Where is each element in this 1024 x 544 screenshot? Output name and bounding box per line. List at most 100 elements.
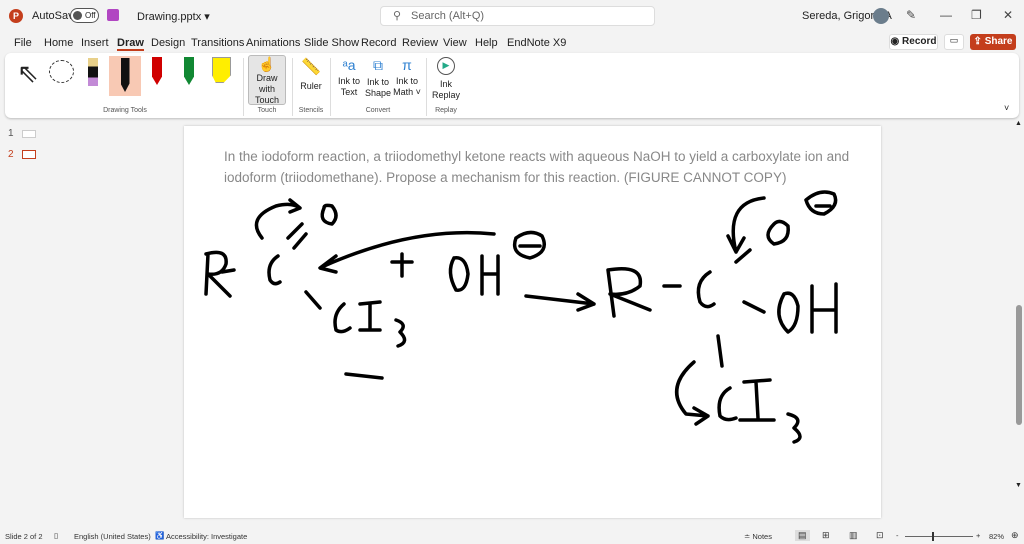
tab-transitions[interactable]: Transitions bbox=[191, 37, 244, 49]
ink-OH-right bbox=[777, 282, 838, 334]
group-replay: Replay bbox=[435, 107, 457, 114]
close-button[interactable]: ✕ bbox=[1003, 8, 1013, 22]
draw-with-touch-button[interactable]: ☝ Draw with Touch bbox=[248, 55, 286, 105]
slide-sorter-icon[interactable]: ⊞ bbox=[822, 530, 830, 541]
avatar[interactable] bbox=[873, 8, 889, 24]
zoom-out-button[interactable]: - bbox=[896, 531, 899, 540]
label: Ink bbox=[439, 79, 452, 89]
tab-animations[interactable]: Animations bbox=[246, 37, 300, 49]
ink-C-left bbox=[267, 254, 282, 286]
ink-minus-circle-left bbox=[512, 230, 546, 260]
fit-to-window-icon[interactable]: ⊕ bbox=[1011, 530, 1019, 541]
autosave-toggle[interactable]: Off bbox=[70, 8, 99, 23]
ink-to-text-button[interactable]: ᵃa Ink to Text bbox=[336, 57, 362, 98]
notes-label: Notes bbox=[752, 532, 772, 541]
slide-thumbnail-2[interactable] bbox=[22, 150, 36, 159]
search-icon: ⚲ bbox=[393, 10, 402, 22]
tab-draw[interactable]: Draw bbox=[117, 37, 144, 51]
record-button[interactable]: ◉ Record bbox=[889, 34, 938, 50]
accessibility-button[interactable]: Accessibility: Investigate bbox=[166, 532, 247, 541]
group-drawing-tools: Drawing Tools bbox=[103, 107, 147, 114]
tab-record[interactable]: Record bbox=[361, 37, 396, 49]
label: Shape bbox=[364, 88, 392, 98]
lasso-icon[interactable] bbox=[49, 60, 74, 83]
tab-slide-show[interactable]: Slide Show bbox=[304, 37, 359, 49]
scroll-up-icon[interactable]: ▲ bbox=[1015, 120, 1022, 127]
title-bar: P AutoSave Off Drawing.pptx ▾ ⚲ Search (A… bbox=[0, 0, 1024, 32]
ink-OH-left bbox=[448, 254, 500, 296]
vertical-scrollbar[interactable]: ▲ ▼ bbox=[1014, 120, 1024, 525]
ink-C-right bbox=[696, 270, 716, 309]
slide-number: 2 bbox=[8, 149, 14, 160]
tab-file[interactable]: File bbox=[14, 37, 32, 49]
tab-home[interactable]: Home bbox=[44, 37, 73, 49]
scroll-down-icon[interactable]: ▼ bbox=[1015, 482, 1022, 489]
zoom-slider[interactable] bbox=[905, 532, 973, 541]
select-cursor-icon[interactable]: ⇖ bbox=[17, 58, 39, 89]
label: Ink to bbox=[337, 76, 360, 86]
ink-drawing[interactable] bbox=[184, 126, 881, 518]
ruler-icon: 📏 bbox=[301, 59, 321, 76]
save-icon[interactable] bbox=[107, 9, 119, 21]
label: Ruler bbox=[300, 81, 322, 91]
ink-O-left bbox=[320, 203, 338, 226]
tab-design[interactable]: Design bbox=[151, 37, 185, 49]
zoom-in-button[interactable]: + bbox=[976, 531, 980, 540]
ink-bond-down-right bbox=[716, 334, 724, 368]
ink-replay-button[interactable]: ▶ Ink Replay bbox=[432, 57, 460, 101]
zoom-level[interactable]: 82% bbox=[989, 532, 1004, 541]
comment-icon[interactable]: ▭ bbox=[944, 34, 964, 50]
divider bbox=[426, 58, 427, 116]
divider bbox=[330, 58, 331, 116]
scrollbar-thumb[interactable] bbox=[1016, 305, 1022, 425]
slide-number: 1 bbox=[8, 128, 14, 139]
label: Touch bbox=[254, 95, 280, 105]
share-button[interactable]: ⇪ Share bbox=[970, 34, 1016, 50]
eraser-pen-icon[interactable] bbox=[88, 58, 98, 86]
slide-canvas[interactable]: In the iodoform reaction, a triiodomethy… bbox=[184, 126, 881, 518]
label: Math ˅ bbox=[393, 87, 421, 97]
restore-button[interactable]: ❐ bbox=[971, 8, 982, 22]
normal-view-icon[interactable]: ▤ bbox=[795, 530, 810, 541]
slideshow-icon[interactable]: ⊡ bbox=[876, 530, 884, 541]
tab-insert[interactable]: Insert bbox=[81, 37, 109, 49]
search-input[interactable]: ⚲ Search (Alt+Q) bbox=[380, 6, 655, 26]
ink-R-right bbox=[606, 267, 652, 318]
ink-R-left bbox=[204, 250, 236, 298]
ink-to-shape-button[interactable]: ⧉ Ink to Shape bbox=[364, 57, 392, 99]
notes-button[interactable]: ≐ Notes bbox=[744, 532, 772, 541]
status-bar: Slide 2 of 2 ▯ English (United States) ♿… bbox=[0, 529, 1024, 544]
tab-view[interactable]: View bbox=[443, 37, 467, 49]
file-name[interactable]: Drawing.pptx ▾ bbox=[137, 10, 210, 23]
ink-to-text-icon: ᵃa bbox=[342, 57, 356, 73]
slide-count: Slide 2 of 2 bbox=[5, 532, 43, 541]
reading-view-icon[interactable]: ▥ bbox=[849, 530, 858, 541]
label: Draw with bbox=[256, 73, 278, 94]
group-stencils: Stencils bbox=[298, 107, 324, 114]
powerpoint-logo-icon: P bbox=[9, 9, 23, 23]
accessibility-icon: ♿ bbox=[155, 531, 165, 540]
ink-O-right bbox=[766, 219, 790, 246]
ink-arrow-curl-right bbox=[726, 196, 766, 254]
ink-dash bbox=[344, 372, 384, 380]
pen-icon[interactable]: ✎ bbox=[906, 8, 916, 22]
replay-icon: ▶ bbox=[437, 57, 455, 75]
ruler-button[interactable]: 📏 Ruler bbox=[298, 57, 324, 92]
pen-black-button[interactable] bbox=[109, 56, 141, 96]
label: Ink to bbox=[395, 76, 418, 86]
ink-bond-down-left bbox=[304, 290, 322, 310]
ink-minus-circle-right bbox=[804, 190, 838, 216]
tab-endnote[interactable]: EndNote X9 bbox=[507, 37, 566, 49]
collapse-ribbon-icon[interactable]: ˅ bbox=[1004, 103, 1009, 113]
language[interactable]: English (United States) bbox=[74, 532, 151, 541]
label: Text bbox=[340, 87, 358, 97]
tab-review[interactable]: Review bbox=[402, 37, 438, 49]
slide-thumbnail-1[interactable] bbox=[22, 130, 36, 138]
tab-help[interactable]: Help bbox=[475, 37, 498, 49]
spellcheck-icon[interactable]: ▯ bbox=[54, 531, 58, 540]
touch-hand-icon: ☝ bbox=[258, 56, 276, 72]
ink-to-math-button[interactable]: π Ink to Math ˅ bbox=[393, 57, 421, 98]
minimize-button[interactable]: — bbox=[940, 8, 952, 22]
zoom-slider-thumb[interactable] bbox=[932, 532, 934, 541]
label: Ink to bbox=[366, 77, 389, 87]
